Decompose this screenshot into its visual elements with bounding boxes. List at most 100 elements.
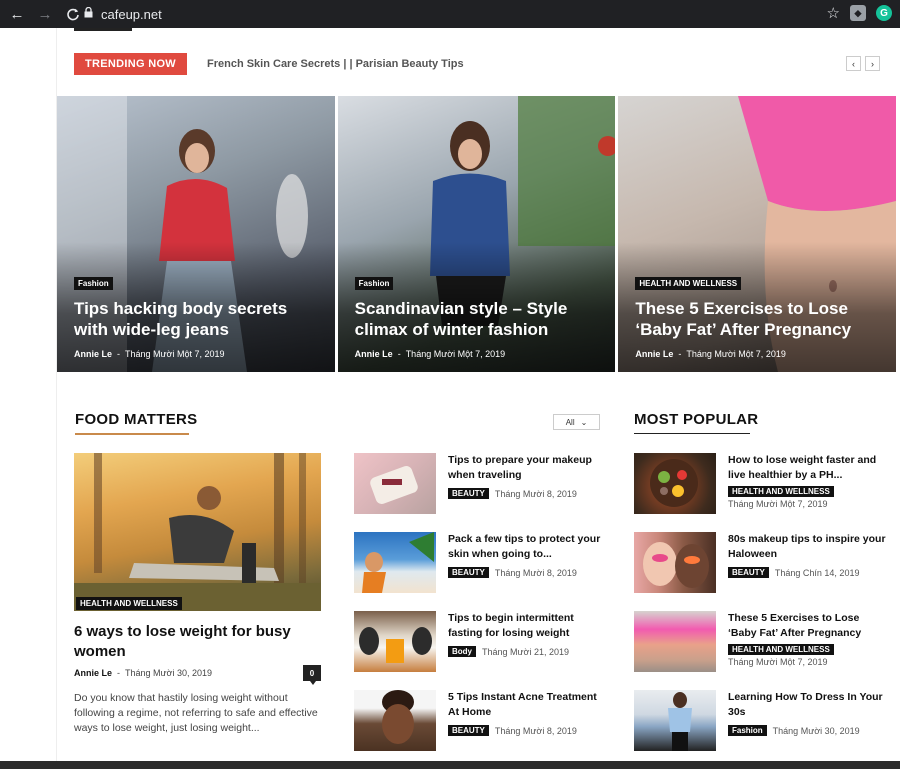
post-meta: BEAUTY Tháng Mười 8, 2019 bbox=[448, 567, 608, 578]
category-tag[interactable]: BEAUTY bbox=[448, 725, 489, 736]
post-date: Tháng Mười 30, 2019 bbox=[125, 668, 212, 678]
post-title[interactable]: Pack a few tips to protect your skin whe… bbox=[448, 532, 608, 562]
bookmark-star-icon[interactable]: ☆ bbox=[827, 4, 840, 22]
comment-count-badge[interactable]: 0 bbox=[303, 665, 321, 685]
featured-post-title[interactable]: 6 ways to lose weight for busy women bbox=[74, 622, 324, 662]
grammarly-extension-icon[interactable]: G bbox=[876, 5, 892, 21]
list-item-body: Pack a few tips to protect your skin whe… bbox=[448, 532, 608, 593]
food-heading-underline bbox=[75, 433, 189, 435]
category-filter-select[interactable]: All ⌄ bbox=[553, 414, 600, 430]
category-tag[interactable]: Fashion bbox=[354, 277, 394, 290]
hero-meta: HEALTH AND WELLNESS These 5 Exercises to… bbox=[635, 273, 884, 359]
trending-bar: TRENDING NOW French Skin Care Secrets | … bbox=[74, 52, 880, 76]
hero-title[interactable]: These 5 Exercises to Lose ‘Baby Fat’ Aft… bbox=[635, 298, 884, 340]
list-item-body: How to lose weight faster and live healt… bbox=[728, 453, 888, 514]
category-tag[interactable]: HEALTH AND WELLNESS bbox=[728, 644, 834, 655]
hero-title[interactable]: Tips hacking body secrets with wide-leg … bbox=[74, 298, 323, 340]
browser-toolbar: ← → cafeup.net ☆ ◆ G bbox=[0, 0, 900, 28]
list-item[interactable]: These 5 Exercises to Lose ‘Baby Fat’ Aft… bbox=[634, 611, 888, 672]
trending-headline[interactable]: French Skin Care Secrets | | Parisian Be… bbox=[207, 58, 464, 70]
post-title[interactable]: 80s makeup tips to inspire your Haloween bbox=[728, 532, 888, 562]
post-date: Tháng Chín 14, 2019 bbox=[774, 567, 860, 578]
category-tag[interactable]: Fashion bbox=[74, 277, 113, 290]
post-thumbnail[interactable] bbox=[354, 532, 436, 593]
category-tag[interactable]: BEAUTY bbox=[728, 567, 769, 578]
post-thumbnail[interactable] bbox=[354, 453, 436, 514]
hero-byline: Annie Le - Tháng Mười Một 7, 2019 bbox=[354, 349, 506, 359]
forward-icon[interactable]: → bbox=[34, 3, 56, 25]
category-tag[interactable]: HEALTH AND WELLNESS bbox=[635, 277, 742, 290]
post-title[interactable]: 5 Tips Instant Acne Treatment At Home bbox=[448, 690, 608, 720]
post-title[interactable]: Tips to prepare your makeup when traveli… bbox=[448, 453, 608, 483]
post-thumbnail[interactable] bbox=[634, 611, 716, 672]
post-meta: BEAUTY Tháng Mười 8, 2019 bbox=[448, 488, 608, 499]
address-bar[interactable]: cafeup.net bbox=[84, 4, 894, 24]
back-icon[interactable]: ← bbox=[6, 3, 28, 25]
post-date: Tháng Mười 8, 2019 bbox=[494, 488, 577, 499]
post-title[interactable]: These 5 Exercises to Lose ‘Baby Fat’ Aft… bbox=[728, 611, 888, 641]
post-meta: Fashion Tháng Mười 30, 2019 bbox=[728, 725, 888, 736]
category-tag[interactable]: HEALTH AND WELLNESS bbox=[76, 597, 182, 610]
featured-post-excerpt: Do you know that hastily losing weight w… bbox=[74, 692, 318, 734]
post-thumbnail[interactable] bbox=[634, 453, 716, 514]
trending-next-button[interactable]: › bbox=[865, 56, 880, 71]
post-title[interactable]: Learning How To Dress In Your 30s bbox=[728, 690, 888, 720]
list-item[interactable]: Pack a few tips to protect your skin whe… bbox=[354, 532, 608, 593]
list-item-body: Learning How To Dress In Your 30s Fashio… bbox=[728, 690, 888, 751]
list-item-body: 80s makeup tips to inspire your Haloween… bbox=[728, 532, 888, 593]
list-item[interactable]: How to lose weight faster and live healt… bbox=[634, 453, 888, 514]
hero-card[interactable]: HEALTH AND WELLNESS These 5 Exercises to… bbox=[618, 96, 897, 372]
hero-card[interactable]: Fashion Scandinavian style – Style clima… bbox=[337, 96, 616, 372]
header-strip bbox=[74, 28, 132, 31]
post-meta: Body Tháng Mười 21, 2019 bbox=[448, 646, 608, 657]
hero-card[interactable]: Fashion Tips hacking body secrets with w… bbox=[57, 96, 335, 372]
list-item-body: Tips to begin intermittent fasting for l… bbox=[448, 611, 608, 672]
post-meta: BEAUTY Tháng Chín 14, 2019 bbox=[728, 567, 888, 578]
list-item-body: These 5 Exercises to Lose ‘Baby Fat’ Aft… bbox=[728, 611, 888, 672]
author-name[interactable]: Annie Le bbox=[74, 349, 112, 359]
list-item-body: 5 Tips Instant Acne Treatment At Home BE… bbox=[448, 690, 608, 751]
list-item[interactable]: Learning How To Dress In Your 30s Fashio… bbox=[634, 690, 888, 751]
featured-post-image[interactable]: HEALTH AND WELLNESS bbox=[74, 453, 321, 611]
category-tag[interactable]: HEALTH AND WELLNESS bbox=[728, 486, 834, 497]
post-thumbnail[interactable] bbox=[634, 532, 716, 593]
list-item[interactable]: Tips to begin intermittent fasting for l… bbox=[354, 611, 608, 672]
post-thumbnail[interactable] bbox=[354, 690, 436, 751]
list-item[interactable]: Tips to prepare your makeup when traveli… bbox=[354, 453, 608, 514]
category-tag[interactable]: Body bbox=[448, 646, 476, 657]
post-date: Tháng Mười Một 7, 2019 bbox=[686, 349, 786, 359]
post-thumbnail[interactable] bbox=[354, 611, 436, 672]
featured-post-byline: Annie Le - Tháng Mười 30, 2019 bbox=[74, 668, 212, 678]
post-title[interactable]: Tips to begin intermittent fasting for l… bbox=[448, 611, 608, 641]
post-meta: HEALTH AND WELLNESS Tháng Mười Một 7, 20… bbox=[728, 486, 888, 509]
category-tag[interactable]: BEAUTY bbox=[448, 488, 489, 499]
hero-title[interactable]: Scandinavian style – Style climax of win… bbox=[355, 298, 604, 340]
post-date: Tháng Mười Một 7, 2019 bbox=[728, 657, 828, 667]
popular-heading-underline bbox=[634, 433, 750, 434]
post-meta: BEAUTY Tháng Mười 8, 2019 bbox=[448, 725, 608, 736]
list-item[interactable]: 5 Tips Instant Acne Treatment At Home BE… bbox=[354, 690, 608, 751]
category-tag[interactable]: BEAUTY bbox=[448, 567, 489, 578]
author-name[interactable]: Annie Le bbox=[74, 668, 112, 678]
post-date: Tháng Mười 30, 2019 bbox=[772, 725, 860, 736]
post-title[interactable]: How to lose weight faster and live healt… bbox=[728, 453, 888, 483]
author-name[interactable]: Annie Le bbox=[355, 349, 393, 359]
reload-glyph bbox=[67, 8, 79, 21]
post-date: Tháng Mười 8, 2019 bbox=[494, 567, 577, 578]
hero-grid: Fashion Tips hacking body secrets with w… bbox=[57, 96, 897, 372]
trending-nav: ‹ › bbox=[846, 56, 880, 71]
category-tag[interactable]: Fashion bbox=[728, 725, 767, 736]
post-date: Tháng Mười 8, 2019 bbox=[494, 725, 577, 736]
shield-extension-icon[interactable]: ◆ bbox=[850, 5, 866, 21]
post-date: Tháng Mười Một 7, 2019 bbox=[728, 499, 828, 509]
list-item[interactable]: 80s makeup tips to inspire your Haloween… bbox=[634, 532, 888, 593]
food-section-heading: FOOD MATTERS bbox=[75, 411, 198, 428]
author-name[interactable]: Annie Le bbox=[635, 349, 673, 359]
post-thumbnail[interactable] bbox=[634, 690, 716, 751]
trending-label: TRENDING NOW bbox=[74, 53, 187, 75]
reload-icon[interactable] bbox=[62, 3, 84, 25]
url-text: cafeup.net bbox=[101, 6, 162, 22]
hero-byline: Annie Le - Tháng Mười Một 7, 2019 bbox=[74, 349, 225, 359]
trending-prev-button[interactable]: ‹ bbox=[846, 56, 861, 71]
hero-meta: Fashion Tips hacking body secrets with w… bbox=[74, 273, 323, 359]
